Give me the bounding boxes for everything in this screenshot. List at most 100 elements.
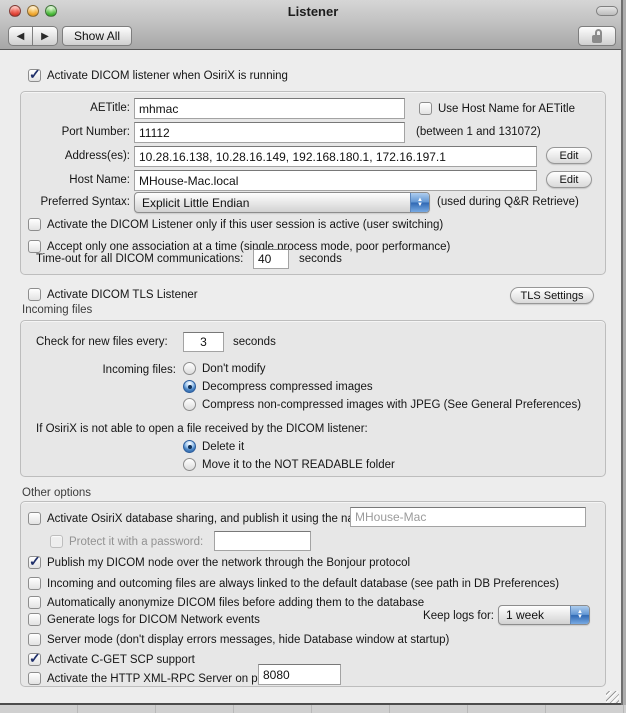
forward-button[interactable]: ▶ — [33, 26, 58, 46]
anonymize-label: Automatically anonymize DICOM files befo… — [47, 597, 424, 609]
radio-compress-jpeg[interactable]: Compress non-compressed images with JPEG… — [183, 397, 581, 412]
checkbox-icon — [28, 512, 41, 525]
sharing-name-input[interactable] — [350, 507, 586, 527]
checkbox-icon — [419, 102, 432, 115]
incoming-section-title: Incoming files — [22, 304, 92, 316]
radio-move-not-readable-label: Move it to the NOT READABLE folder — [202, 459, 395, 471]
use-hostname-checkbox[interactable]: Use Host Name for AETitle — [419, 101, 575, 116]
unreadable-label: If OsiriX is not able to open a file rec… — [36, 423, 368, 435]
syntax-label: Preferred Syntax: — [20, 196, 130, 208]
checkbox-checked-icon — [28, 69, 41, 82]
lock-icon — [591, 29, 604, 43]
checkbox-icon — [28, 633, 41, 646]
checkbox-checked-icon — [28, 653, 41, 666]
linked-default-db-checkbox[interactable]: Incoming and outcoming files are always … — [28, 576, 559, 591]
radio-compress-jpeg-label: Compress non-compressed images with JPEG… — [202, 399, 581, 411]
port-label: Port Number: — [20, 126, 130, 138]
history-nav: ◀ ▶ — [8, 26, 58, 46]
tls-listener-label: Activate DICOM TLS Listener — [47, 289, 198, 301]
server-mode-checkbox[interactable]: Server mode (don't display errors messag… — [28, 632, 449, 647]
radio-delete-it-label: Delete it — [202, 441, 244, 453]
hostname-label: Host Name: — [20, 174, 130, 186]
tls-listener-checkbox[interactable]: Activate DICOM TLS Listener — [28, 287, 198, 302]
other-section-title: Other options — [22, 487, 91, 499]
bonjour-checkbox[interactable]: Publish my DICOM node over the network t… — [28, 555, 410, 570]
single-association-label: Accept only one association at a time (s… — [47, 241, 450, 253]
user-session-checkbox[interactable]: Activate the DICOM Listener only if this… — [28, 217, 443, 232]
timeout-input[interactable] — [253, 249, 289, 269]
window-title: Listener — [0, 4, 626, 19]
password-input[interactable] — [214, 531, 311, 551]
checkbox-icon — [28, 613, 41, 626]
activate-listener-label: Activate DICOM listener when OsiriX is r… — [47, 70, 288, 82]
activate-listener-checkbox[interactable]: Activate DICOM listener when OsiriX is r… — [28, 68, 288, 83]
check-every-input[interactable] — [183, 332, 224, 352]
edit-addresses-button[interactable]: Edit — [546, 147, 592, 164]
toolbar-toggle-pill[interactable] — [596, 6, 618, 16]
radio-selected-icon — [183, 380, 196, 393]
checkbox-icon — [28, 577, 41, 590]
back-icon: ◀ — [17, 31, 25, 42]
checkbox-icon — [28, 288, 41, 301]
timeout-unit: seconds — [299, 253, 342, 265]
xmlrpc-checkbox[interactable]: Activate the HTTP XML-RPC Server on port… — [28, 671, 274, 686]
radio-decompress-label: Decompress compressed images — [202, 381, 373, 393]
linked-default-db-label: Incoming and outcoming files are always … — [47, 578, 559, 590]
checkbox-icon — [28, 240, 41, 253]
port-input[interactable] — [134, 122, 405, 143]
back-button[interactable]: ◀ — [8, 26, 33, 46]
checkbox-icon — [28, 596, 41, 609]
server-mode-label: Server mode (don't display errors messag… — [47, 634, 449, 646]
checkbox-checked-icon — [28, 556, 41, 569]
popup-arrows-icon: ▲▼ — [410, 193, 429, 212]
tls-settings-button[interactable]: TLS Settings — [510, 287, 594, 304]
check-every-label: Check for new files every: — [36, 336, 168, 348]
single-association-checkbox[interactable]: Accept only one association at a time (s… — [28, 239, 450, 254]
edit-hostname-button[interactable]: Edit — [546, 171, 592, 188]
xmlrpc-port-input[interactable] — [258, 664, 341, 685]
hostname-input[interactable] — [134, 170, 537, 191]
check-every-unit: seconds — [233, 336, 276, 348]
radio-decompress[interactable]: Decompress compressed images — [183, 379, 373, 394]
addresses-input[interactable] — [134, 146, 537, 167]
database-sharing-checkbox[interactable]: Activate OsiriX database sharing, and pu… — [28, 511, 373, 526]
forward-icon: ▶ — [41, 31, 49, 42]
radio-icon — [183, 398, 196, 411]
aetitle-input[interactable] — [134, 98, 405, 119]
window-bottom-edge — [0, 703, 626, 713]
radio-selected-icon — [183, 440, 196, 453]
use-hostname-label: Use Host Name for AETitle — [438, 103, 575, 115]
timeout-label: Time-out for all DICOM communications: — [36, 253, 243, 265]
generate-logs-checkbox[interactable]: Generate logs for DICOM Network events — [28, 612, 260, 627]
keep-logs-popup[interactable]: 1 week ▲▼ — [498, 605, 590, 625]
syntax-hint: (used during Q&R Retrieve) — [437, 196, 579, 208]
resize-grip-icon[interactable] — [606, 691, 619, 703]
title-toolbar-chrome: Listener ◀ ▶ Show All — [0, 0, 626, 50]
checkbox-disabled-icon — [50, 535, 63, 548]
xmlrpc-label: Activate the HTTP XML-RPC Server on port… — [47, 673, 274, 685]
radio-icon — [183, 362, 196, 375]
preferred-syntax-popup[interactable]: Explicit Little Endian ▲▼ — [134, 192, 430, 213]
radio-icon — [183, 458, 196, 471]
generate-logs-label: Generate logs for DICOM Network events — [47, 614, 260, 626]
checkbox-icon — [28, 218, 41, 231]
radio-delete-it[interactable]: Delete it — [183, 439, 244, 454]
show-all-button[interactable]: Show All — [62, 26, 132, 46]
incoming-files-label: Incoming files: — [36, 364, 176, 376]
checkbox-icon — [28, 672, 41, 685]
aetitle-label: AETitle: — [20, 102, 130, 114]
window-right-edge — [621, 0, 626, 705]
radio-move-not-readable[interactable]: Move it to the NOT READABLE folder — [183, 457, 395, 472]
keep-logs-value: 1 week — [499, 606, 570, 624]
lock-button[interactable] — [578, 26, 616, 46]
keep-logs-label: Keep logs for: — [400, 610, 494, 622]
anonymize-checkbox[interactable]: Automatically anonymize DICOM files befo… — [28, 595, 424, 610]
preferred-syntax-value: Explicit Little Endian — [135, 193, 410, 212]
cget-scp-checkbox[interactable]: Activate C-GET SCP support — [28, 652, 195, 667]
database-sharing-label: Activate OsiriX database sharing, and pu… — [47, 513, 373, 525]
user-session-label: Activate the DICOM Listener only if this… — [47, 219, 443, 231]
preferences-window: Listener ◀ ▶ Show All Activate DICOM lis… — [0, 0, 626, 711]
radio-dont-modify[interactable]: Don't modify — [183, 361, 266, 376]
password-protect-checkbox[interactable]: Protect it with a password: — [50, 534, 203, 549]
port-hint: (between 1 and 131072) — [416, 126, 541, 138]
